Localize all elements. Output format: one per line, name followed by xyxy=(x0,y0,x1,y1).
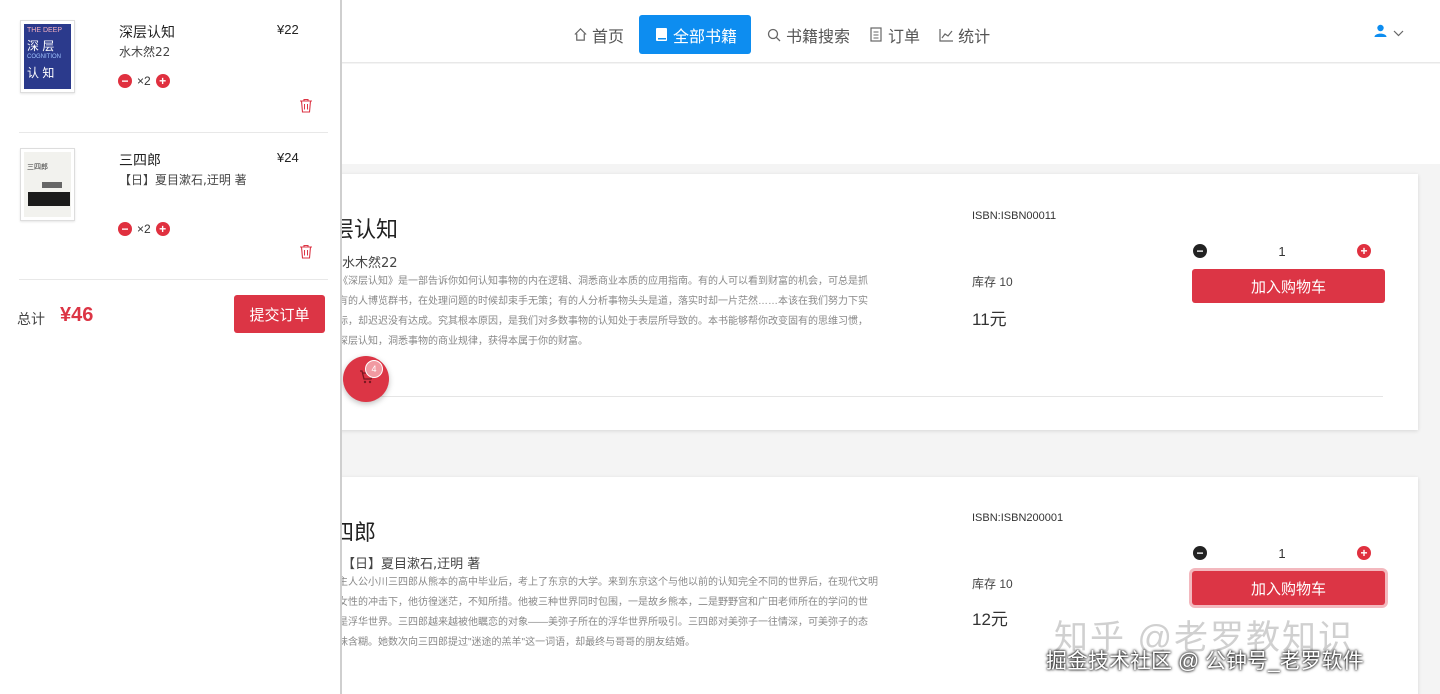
cart-item-qty: ×2 xyxy=(137,74,151,88)
nav-orders[interactable]: 订单 xyxy=(859,15,929,54)
add-to-cart-button[interactable]: 加入购物车 xyxy=(1192,571,1385,605)
plus-icon[interactable]: + xyxy=(155,74,170,88)
cart-button[interactable]: 4 xyxy=(343,356,389,402)
cover-art: 三四郎 xyxy=(24,152,71,217)
quantity-value: 1 xyxy=(1278,545,1286,561)
book-card: 层认知 水木然22 《深层认知》是一部告诉你如何认知事物的内在逻辑、洞悉商业本质… xyxy=(320,174,1418,430)
book-isbn: ISBN:ISBN200001 xyxy=(972,512,1064,524)
cart-item: THE DEEP 深 层 COGNITION 认 知 深层认知 水木然22 ¥2… xyxy=(19,20,328,130)
book-stock: 库存 10 xyxy=(972,275,1013,289)
total-value: ¥46 xyxy=(60,304,94,326)
nav-all-books[interactable]: 全部书籍 xyxy=(639,15,752,54)
plus-icon[interactable]: + xyxy=(155,222,170,236)
quantity-stepper: − 1 + xyxy=(1193,544,1371,562)
cart-item-price: ¥24 xyxy=(277,150,299,165)
divider xyxy=(370,396,1383,397)
nav-home[interactable]: 首页 xyxy=(563,15,633,54)
search-icon xyxy=(766,27,782,43)
cover-art: THE DEEP 深 层 COGNITION 认 知 xyxy=(24,24,71,89)
quantity-value: 1 xyxy=(1278,243,1286,259)
cart-item: 三四郎 三四郎 【日】夏目漱石,迂明 著 ¥24 − ×2 + xyxy=(19,148,328,268)
cart-drawer: THE DEEP 深 层 COGNITION 认 知 深层认知 水木然22 ¥2… xyxy=(0,0,342,694)
nav-orders-label: 订单 xyxy=(888,28,921,46)
cart-item-title: 深层认知 xyxy=(119,24,175,40)
book-price: 12元 xyxy=(972,610,1008,629)
divider xyxy=(19,279,328,280)
book-icon xyxy=(653,27,669,43)
nav-search-label: 书籍搜索 xyxy=(786,28,851,46)
chart-icon xyxy=(938,27,954,43)
plus-icon[interactable]: + xyxy=(1356,546,1371,560)
watermark: 掘金技术社区 @ 公钟号_老罗软件 xyxy=(1046,650,1364,673)
cart-item-quantity: − ×2 + xyxy=(118,74,170,88)
book-price: 11元 xyxy=(972,310,1007,329)
total-label: 总计 xyxy=(17,311,45,327)
book-author: 【日】夏目漱石,迂明 著 xyxy=(342,557,481,572)
nav-menu: 首页 全部书籍 书籍搜索 订单 统计 xyxy=(563,15,999,54)
book-stock: 库存 10 xyxy=(972,577,1013,591)
page: 首页 全部书籍 书籍搜索 订单 统计 层认知 水木然22 《深层认知》是一部告诉… xyxy=(0,0,1440,694)
nav-all-books-label: 全部书籍 xyxy=(673,28,738,46)
minus-icon[interactable]: − xyxy=(118,222,132,236)
nav-home-label: 首页 xyxy=(592,28,625,46)
book-cover: THE DEEP 深 层 COGNITION 认 知 xyxy=(20,20,75,93)
book-description: 主人公小川三四郎从熊本的高中毕业后，考上了东京的大学。来到东京这个与他以前的认知… xyxy=(338,577,878,648)
book-isbn: ISBN:ISBN00011 xyxy=(972,210,1057,222)
cart-item-author: 【日】夏目漱石,迂明 著 xyxy=(119,173,247,187)
cart-item-author: 水木然22 xyxy=(119,45,171,59)
cart-item-quantity: − ×2 + xyxy=(118,222,170,236)
minus-icon[interactable]: − xyxy=(118,74,132,88)
home-icon xyxy=(572,27,588,43)
cart-item-price: ¥22 xyxy=(277,22,299,37)
plus-icon[interactable]: + xyxy=(1356,244,1371,258)
cart-item-qty: ×2 xyxy=(137,222,151,236)
user-icon xyxy=(1374,24,1387,42)
chevron-down-icon xyxy=(1393,24,1404,42)
divider xyxy=(19,132,328,133)
add-to-cart-button[interactable]: 加入购物车 xyxy=(1192,269,1385,303)
user-menu[interactable] xyxy=(1374,24,1404,42)
minus-icon[interactable]: − xyxy=(1193,546,1207,560)
nav-stats-label: 统计 xyxy=(958,28,991,46)
trash-icon[interactable] xyxy=(299,98,315,114)
nav-stats[interactable]: 统计 xyxy=(929,15,999,54)
minus-icon[interactable]: − xyxy=(1193,244,1207,258)
nav-search[interactable]: 书籍搜索 xyxy=(757,15,859,54)
book-author: 水木然22 xyxy=(342,256,398,271)
cart-item-title: 三四郎 xyxy=(119,152,161,168)
submit-order-button[interactable]: 提交订单 xyxy=(234,295,325,333)
trash-icon[interactable] xyxy=(299,244,315,260)
cart-count-badge: 4 xyxy=(365,360,383,378)
quantity-stepper: − 1 + xyxy=(1193,242,1371,260)
book-description: 《深层认知》是一部告诉你如何认知事物的内在逻辑、洞悉商业本质的应用指南。有的人可… xyxy=(338,276,868,347)
order-icon xyxy=(868,27,884,43)
book-cover: 三四郎 xyxy=(20,148,75,221)
